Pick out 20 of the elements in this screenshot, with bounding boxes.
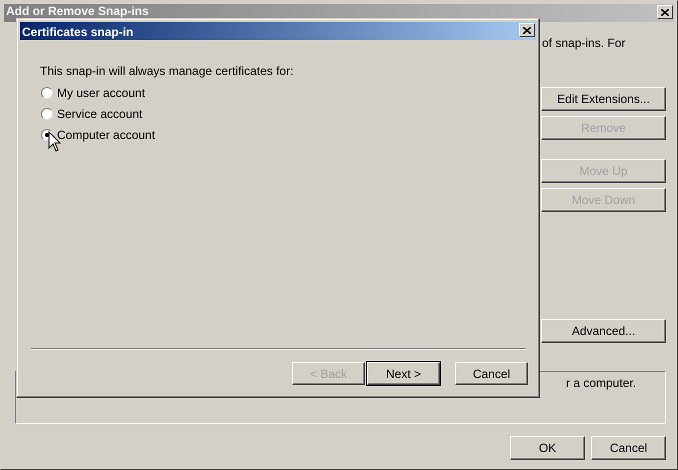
dialog-button[interactable]: Cancel (591, 436, 666, 460)
window-title: Add or Remove Snap-ins (6, 4, 149, 18)
close-icon (523, 26, 531, 34)
prompt-text: This snap-in will always manage certificates for: (40, 63, 294, 80)
option-label[interactable]: My user account (57, 84, 146, 102)
close-button[interactable] (519, 23, 535, 37)
dialog-button[interactable]: Advanced... (541, 319, 666, 343)
dialog-button[interactable]: Next > (367, 362, 440, 385)
dialog-button[interactable]: Edit Extensions... (541, 87, 666, 111)
window-title: Certificates snap-in (22, 24, 134, 41)
option-label[interactable]: Service account (57, 105, 142, 123)
description-text: r a computer. (566, 375, 636, 392)
radio-button[interactable] (41, 87, 53, 99)
option-label[interactable]: Computer account (57, 126, 156, 144)
dialog-button[interactable]: OK (510, 436, 585, 460)
dialog-button[interactable]: Cancel (455, 362, 528, 385)
close-icon (661, 8, 669, 16)
close-button[interactable] (657, 5, 673, 19)
intro-text: of snap-ins. For (542, 35, 626, 52)
radio-button[interactable] (41, 108, 53, 120)
